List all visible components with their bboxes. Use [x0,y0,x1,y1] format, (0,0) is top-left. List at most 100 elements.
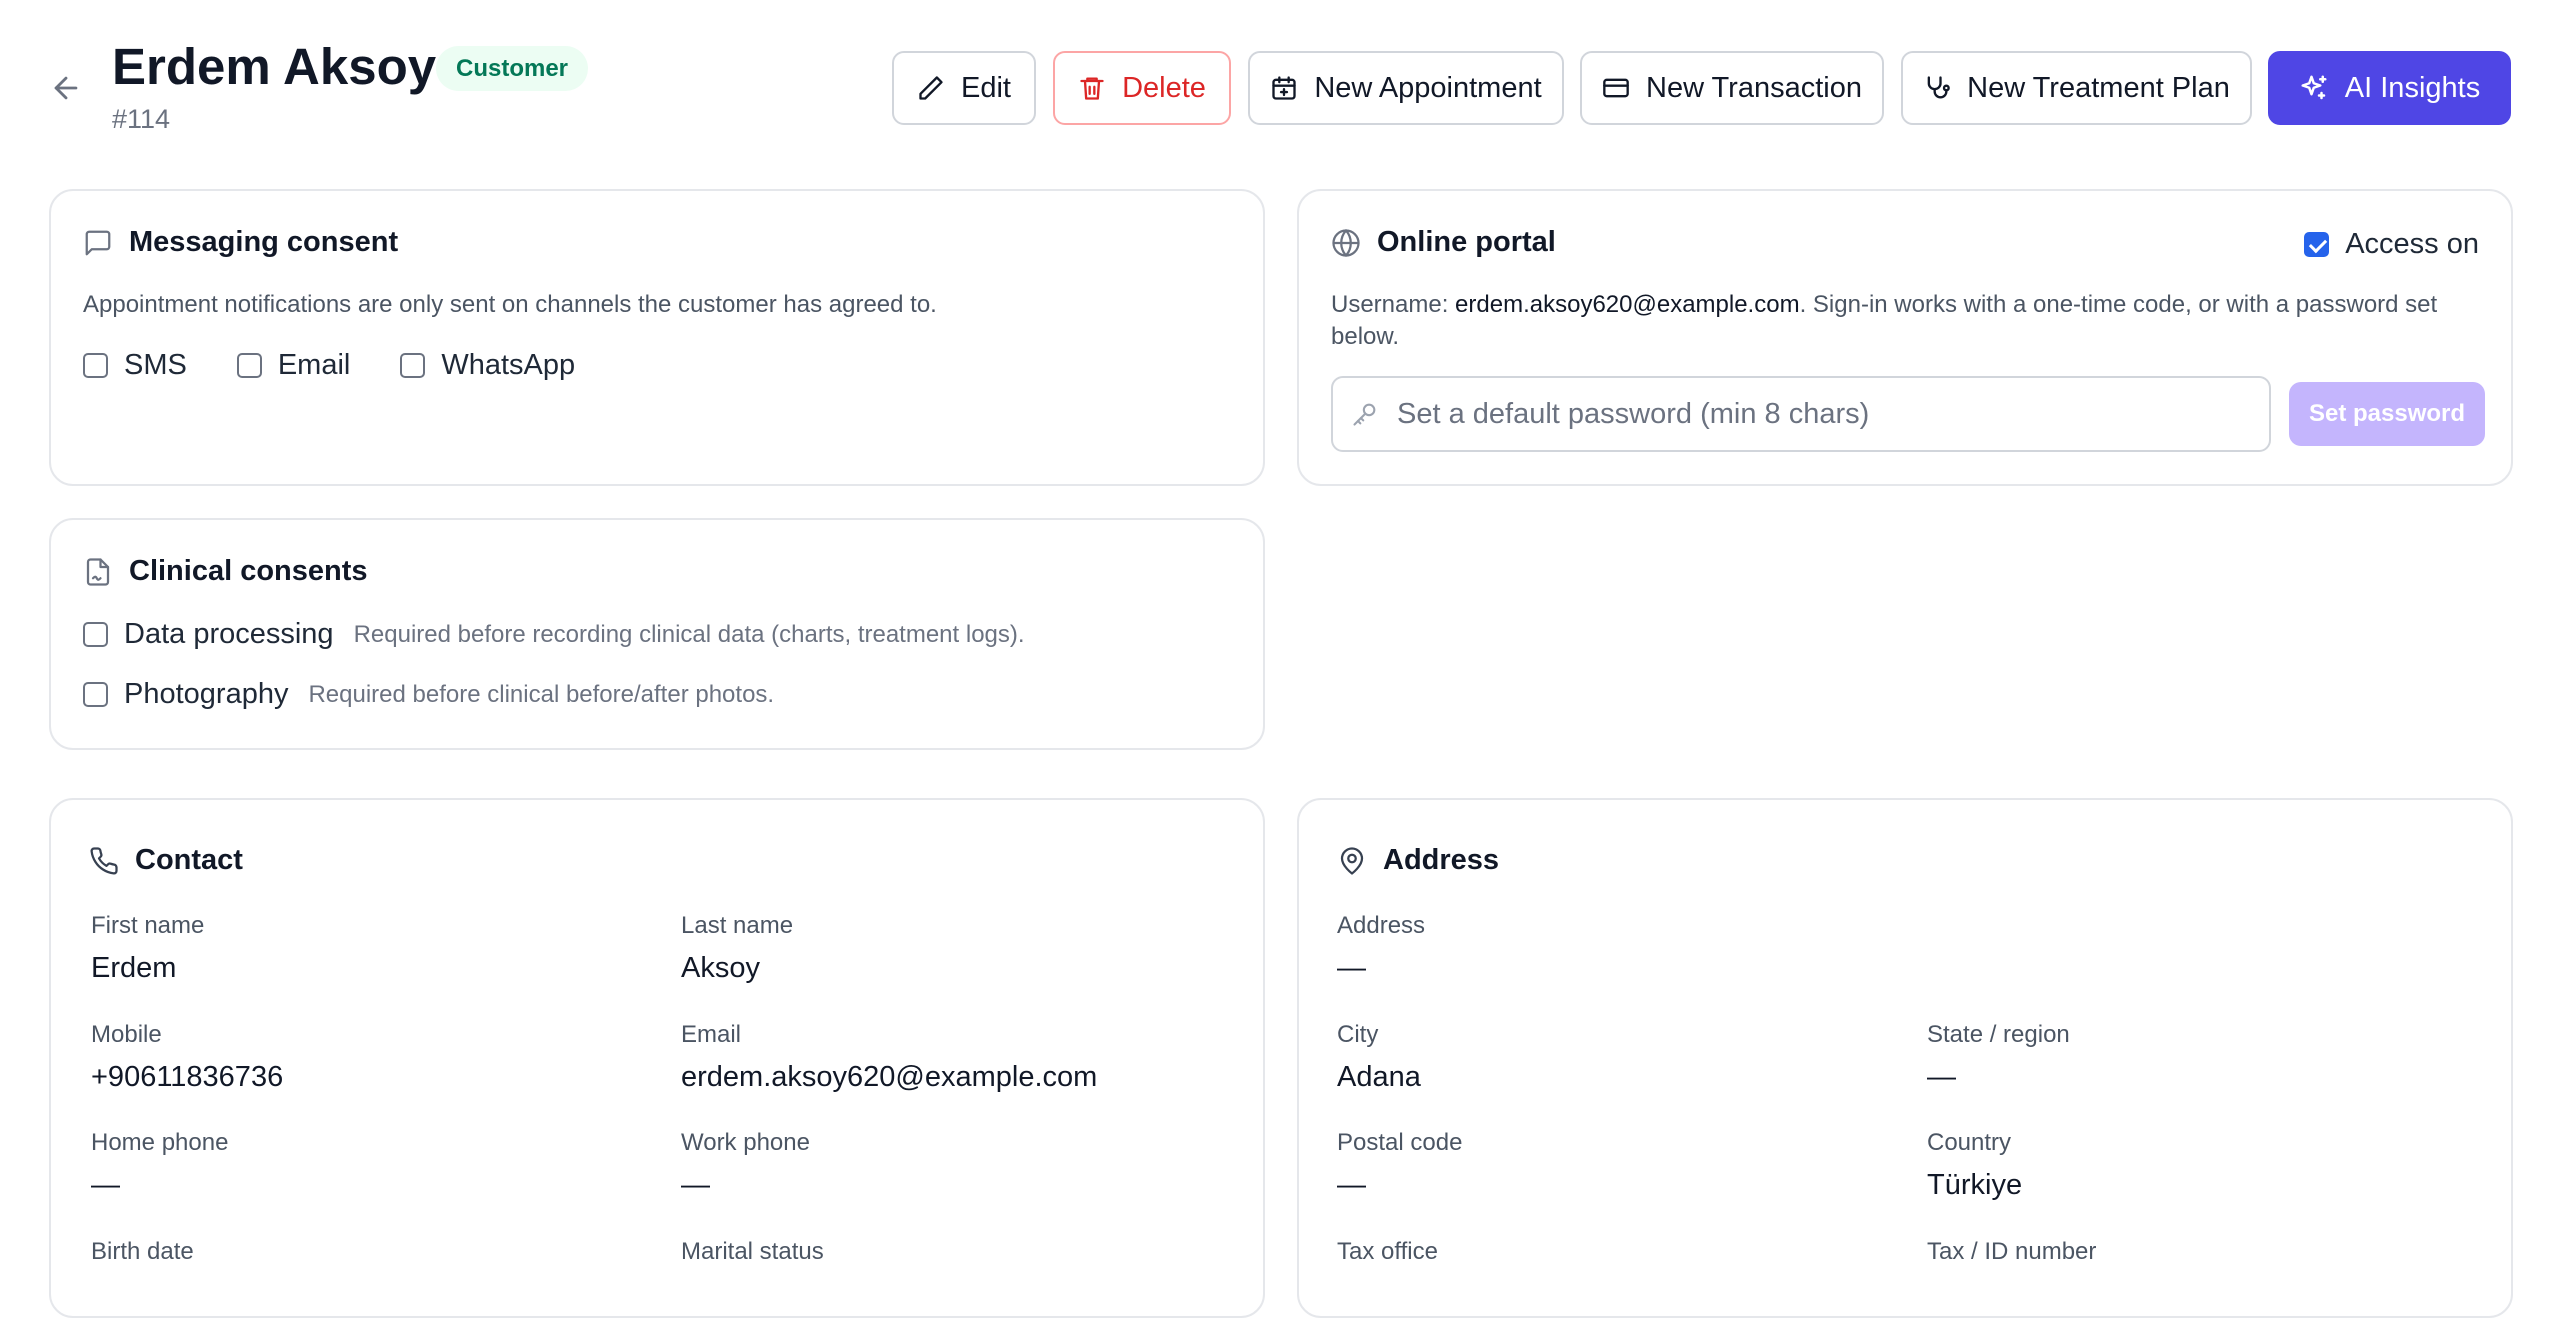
status-badge: Customer [436,46,589,91]
work-phone-field: Work phone — [681,1129,810,1203]
new-appointment-button[interactable]: New Appointment [1248,51,1564,125]
email-checkbox-box[interactable] [236,353,262,378]
page-title: Erdem Aksoy [112,38,437,95]
key-icon [1353,403,1376,426]
messaging-consent-card: Messaging consent Appointment notificati… [49,189,1265,486]
delete-button[interactable]: Delete [1053,51,1231,125]
password-field[interactable] [1331,376,2271,452]
birth-date-field: Birth date [91,1238,194,1276]
clinical-consents-header: Clinical consents [83,555,368,588]
trash-icon [1080,77,1104,100]
new-treatment-plan-button[interactable]: New Treatment Plan [1901,51,2252,125]
state-field: State / region — [1927,1021,2070,1095]
new-transaction-label: New Transaction [1646,71,1862,104]
contact-card: Contact First name Erdem Last name Aksoy… [49,798,1265,1318]
back-button[interactable] [44,66,88,110]
photography-checkbox[interactable]: Photography [83,678,288,711]
sms-label: SMS [124,349,187,381]
edit-button[interactable]: Edit [892,51,1036,125]
email-checkbox[interactable]: Email [236,349,351,382]
online-portal-header: Online portal [1331,226,1556,259]
work-phone-label: Work phone [681,1129,810,1156]
set-password-button[interactable]: Set password [2289,382,2485,446]
address-label: Address [1337,912,1426,939]
pencil-icon [919,76,943,100]
home-phone-label: Home phone [91,1129,229,1156]
country-label: Country [1927,1129,2012,1156]
portal-username-text: Username: erdem.aksoy620@example.com. Si… [1331,289,2481,353]
address-title: Address [1383,844,1500,876]
home-phone-value: — [91,1169,120,1201]
contact-header: Contact [89,844,243,877]
marital-status-field: Marital status [681,1238,824,1276]
new-appointment-label: New Appointment [1314,71,1542,104]
city-field: City Adana [1337,1021,1421,1095]
photography-consent: Photography Required before clinical bef… [83,678,774,711]
new-treatment-plan-label: New Treatment Plan [1967,71,2230,104]
first-name-label: First name [91,912,205,939]
data-processing-checkbox[interactable]: Data processing [83,618,334,651]
email-field-label: Email [681,1021,742,1048]
email-label: Email [277,349,351,381]
address-field: Address — [1337,912,1425,986]
portal-access-toggle[interactable]: Access on [2304,228,2479,261]
tax-office-field: Tax office [1337,1238,1438,1276]
phone-icon [90,846,118,874]
data-processing-checkbox-box[interactable] [83,622,108,647]
country-value: Türkiye [1927,1169,2023,1201]
sms-checkbox[interactable]: SMS [83,349,187,382]
mobile-field: Mobile +90611836736 [91,1021,283,1095]
last-name-value: Aksoy [681,952,760,984]
whatsapp-checkbox-box[interactable] [400,353,426,378]
address-header: Address [1337,844,1499,877]
globe-icon [1332,228,1360,257]
mobile-value: +90611836736 [91,1061,284,1093]
customer-number: #114 [112,104,171,134]
last-name-label: Last name [681,912,794,939]
stethoscope-icon [1927,76,1950,99]
ai-insights-button[interactable]: AI Insights [2268,51,2511,125]
map-pin-icon [1340,846,1364,875]
messaging-consent-header: Messaging consent [83,226,398,259]
postal-code-label: Postal code [1337,1129,1463,1156]
first-name-field: First name Erdem [91,912,204,986]
email-field: Email erdem.aksoy620@example.com [681,1021,1097,1095]
photography-hint: Required before clinical before/after ph… [308,680,775,708]
photography-label: Photography [124,678,289,710]
credit-card-icon [1603,78,1629,98]
postal-code-value: — [1337,1169,1366,1201]
arrow-left-icon [54,76,78,100]
messaging-channels: SMS Email WhatsApp [83,349,575,382]
sms-checkbox-box[interactable] [83,353,108,378]
address-value: — [1337,952,1366,984]
work-phone-value: — [681,1169,710,1201]
home-phone-field: Home phone — [91,1129,228,1203]
birth-date-label: Birth date [91,1238,194,1265]
file-signature-icon [86,557,110,586]
delete-button-label: Delete [1122,71,1206,104]
address-card: Address Address — City Adana State / reg… [1297,798,2513,1318]
city-value: Adana [1337,1061,1421,1093]
mobile-label: Mobile [91,1021,162,1048]
new-transaction-button[interactable]: New Transaction [1580,51,1884,125]
first-name-value: Erdem [91,952,177,984]
state-value: — [1927,1061,1956,1093]
country-field: Country Türkiye [1927,1129,2022,1203]
clinical-consents-card: Clinical consents Data processing Requir… [49,518,1265,750]
data-processing-hint: Required before recording clinical data … [353,620,1025,648]
message-square-icon [85,230,111,255]
portal-access-checkbox[interactable] [2304,232,2330,257]
state-label: State / region [1927,1021,2070,1048]
tax-office-label: Tax office [1337,1238,1438,1265]
photography-checkbox-box[interactable] [83,682,108,707]
whatsapp-checkbox[interactable]: WhatsApp [400,349,575,382]
messaging-consent-title: Messaging consent [129,226,399,258]
data-processing-label: Data processing [124,618,334,650]
postal-code-field: Postal code — [1337,1129,1462,1203]
edit-button-label: Edit [961,71,1011,104]
online-portal-title: Online portal [1377,226,1556,258]
sparkles-icon [2301,75,2327,100]
data-processing-consent: Data processing Required before recordin… [83,618,1025,651]
password-input[interactable] [1395,396,2255,432]
ai-insights-label: AI Insights [2344,71,2481,104]
